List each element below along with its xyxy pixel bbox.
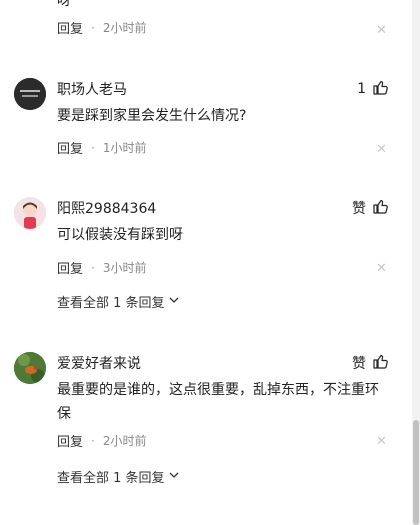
close-icon[interactable]: ✕: [376, 143, 387, 156]
avatar[interactable]: [14, 78, 46, 110]
comment-text: 要是踩到家里会发生什么情况?: [57, 108, 247, 124]
like-label: 赞: [352, 356, 366, 372]
chevron-down-icon: [169, 294, 179, 309]
close-icon[interactable]: ✕: [376, 435, 387, 448]
separator-dot: ·: [91, 20, 95, 35]
comment-meta: 回复 · 3小时前: [57, 258, 147, 278]
comment-meta: 回复 · 2小时前: [57, 431, 147, 451]
comment-text: 可以假装没有踩到呀: [57, 227, 183, 243]
comment-author[interactable]: 阳熙29884364: [57, 198, 156, 218]
comment-meta: 回复 · 1小时前: [57, 138, 147, 158]
reply-link[interactable]: 回复: [57, 138, 83, 157]
close-icon[interactable]: ✕: [376, 24, 387, 37]
separator-dot: ·: [91, 260, 95, 275]
avatar[interactable]: [14, 352, 46, 384]
chevron-down-icon: [169, 469, 179, 484]
like-button[interactable]: 赞: [352, 198, 388, 218]
comment-text: 最重要的是谁的，这点很重要，乱掉东西，不注重环保: [57, 382, 379, 422]
avatar[interactable]: [14, 197, 46, 229]
like-button[interactable]: 赞: [352, 353, 388, 373]
like-button[interactable]: 1: [357, 79, 388, 99]
separator-dot: ·: [91, 140, 95, 155]
thumbs-up-icon: [372, 198, 388, 218]
reply-link[interactable]: 回复: [57, 431, 83, 450]
like-count: 1: [357, 81, 366, 97]
comment-author[interactable]: 爱爱好者来说: [57, 353, 141, 373]
like-label: 赞: [352, 201, 366, 217]
view-all-replies-button[interactable]: 查看全部 1 条回复: [57, 467, 179, 486]
comment-time: 2小时前: [102, 21, 147, 35]
comment-time: 1小时前: [102, 141, 147, 155]
comment-author[interactable]: 职场人老马: [57, 79, 127, 99]
separator-dot: ·: [91, 433, 95, 448]
thumbs-up-icon: [372, 79, 388, 99]
previous-comment-text-clipped: 呀: [57, 0, 71, 9]
reply-link[interactable]: 回复: [57, 18, 83, 37]
comment-time: 2小时前: [102, 434, 147, 448]
view-all-replies-button[interactable]: 查看全部 1 条回复: [57, 292, 179, 311]
comment-meta: 回复 · 2小时前: [57, 18, 147, 38]
view-all-replies-label: 查看全部 1 条回复: [57, 471, 165, 486]
view-all-replies-label: 查看全部 1 条回复: [57, 296, 165, 311]
scrollbar-track[interactable]: [412, 0, 420, 525]
close-icon[interactable]: ✕: [376, 262, 387, 275]
scrollbar-thumb[interactable]: [413, 420, 419, 525]
comment-time: 3小时前: [102, 261, 147, 275]
thumbs-up-icon: [372, 353, 388, 373]
reply-link[interactable]: 回复: [57, 258, 83, 277]
